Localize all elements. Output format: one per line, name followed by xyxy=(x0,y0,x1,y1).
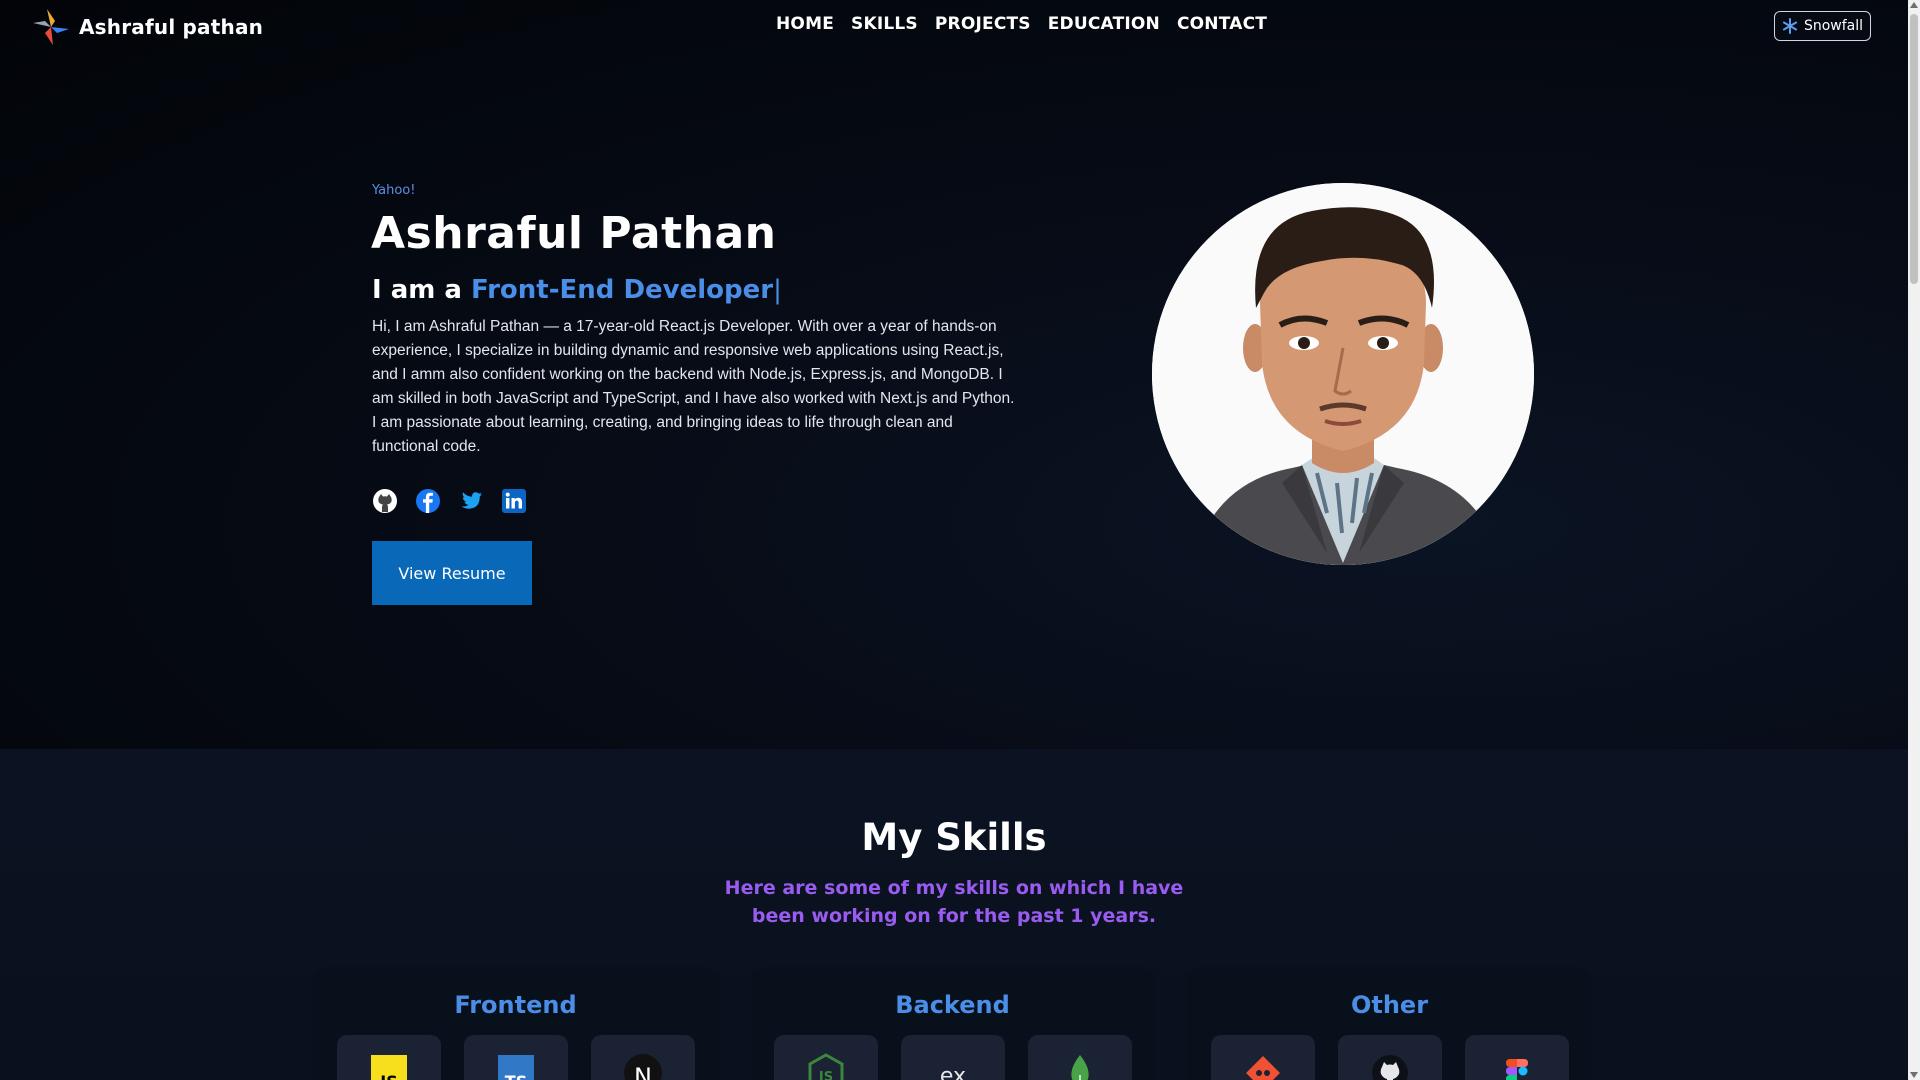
skill-tile-github[interactable] xyxy=(1338,1035,1442,1080)
social-links xyxy=(372,488,527,514)
snowflake-icon xyxy=(1782,18,1798,34)
brand-name: Ashraful pathan xyxy=(79,15,264,39)
skill-card-backend: Backend JS ex xyxy=(750,967,1155,1080)
card-title: Backend xyxy=(895,991,1010,1019)
git-icon xyxy=(1246,1056,1280,1080)
brand-logo-link[interactable]: Ashraful pathan xyxy=(31,7,263,47)
skill-tile-figma[interactable] xyxy=(1465,1035,1569,1080)
snowfall-label: Snowfall xyxy=(1803,18,1864,34)
skill-tile-typescript[interactable]: TS xyxy=(464,1035,568,1080)
skill-tile-javascript[interactable]: JS xyxy=(337,1035,441,1080)
card-title: Frontend xyxy=(454,991,577,1019)
express-icon: ex xyxy=(940,1064,966,1080)
skill-tile-nextjs[interactable]: N xyxy=(591,1035,695,1080)
nav-links: HOME SKILLS PROJECTS EDUCATION CONTACT xyxy=(776,14,1267,34)
scroll-down-arrow-icon[interactable] xyxy=(1910,1072,1918,1078)
nav-skills[interactable]: SKILLS xyxy=(851,14,918,34)
skill-tile-nodejs[interactable]: JS xyxy=(774,1035,878,1080)
hero-role: I am a Front-End Developer| xyxy=(372,275,782,305)
skill-card-frontend: Frontend JS TS N xyxy=(313,967,718,1080)
nav-contact[interactable]: CONTACT xyxy=(1177,14,1267,34)
skill-tile-express[interactable]: ex xyxy=(901,1035,1005,1080)
hero-kicker: Yahoo! xyxy=(372,183,416,198)
facebook-icon[interactable] xyxy=(415,488,441,514)
github-icon[interactable] xyxy=(372,488,398,514)
linkedin-icon[interactable] xyxy=(501,488,527,514)
skills-section: My Skills Here are some of my skills on … xyxy=(0,749,1908,1080)
mongodb-icon xyxy=(1071,1055,1089,1080)
nav-projects[interactable]: PROJECTS xyxy=(935,14,1031,34)
github-icon xyxy=(1372,1055,1408,1080)
svg-text:N: N xyxy=(634,1063,652,1080)
svg-text:TS: TS xyxy=(505,1072,527,1080)
hero-section: Yahoo! Ashraful Pathan I am a Front-End … xyxy=(0,0,1908,749)
page-scrollbar[interactable] xyxy=(1908,0,1920,1080)
portfolio-page: Yahoo! Ashraful Pathan I am a Front-End … xyxy=(0,0,1908,1080)
role-prefix: I am a xyxy=(372,275,472,305)
svg-text:ex: ex xyxy=(940,1064,966,1080)
brand-logo-icon xyxy=(33,9,69,45)
skill-tile-git[interactable] xyxy=(1211,1035,1315,1080)
typing-cursor: | xyxy=(773,275,782,305)
hero-name: Ashraful Pathan xyxy=(371,208,777,259)
scroll-up-arrow-icon[interactable] xyxy=(1910,2,1918,8)
nav-home[interactable]: HOME xyxy=(776,14,834,34)
twitter-icon[interactable] xyxy=(458,488,484,514)
svg-text:JS: JS xyxy=(379,1072,397,1080)
role-text: Front-End Developer xyxy=(471,275,774,305)
view-resume-button[interactable]: View Resume xyxy=(372,541,532,605)
snowfall-toggle-button[interactable]: Snowfall xyxy=(1774,11,1871,41)
scrollbar-thumb[interactable] xyxy=(1910,14,1918,284)
skills-title: My Skills xyxy=(861,816,1047,859)
javascript-icon: JS xyxy=(371,1055,407,1080)
hero-bio: Hi, I am Ashraful Pathan — a 17-year-old… xyxy=(372,318,1015,455)
skills-subtitle: Here are some of my skills on which I ha… xyxy=(724,877,1184,927)
typescript-icon: TS xyxy=(498,1055,534,1080)
nav-education[interactable]: EDUCATION xyxy=(1048,14,1160,34)
card-title: Other xyxy=(1350,991,1429,1019)
skill-tile-mongodb[interactable] xyxy=(1028,1035,1132,1080)
top-navbar: Ashraful pathan HOME SKILLS PROJECTS EDU… xyxy=(0,0,1908,54)
nextjs-icon: N xyxy=(624,1054,662,1080)
skill-card-other: Other xyxy=(1187,967,1592,1080)
svg-text:JS: JS xyxy=(818,1070,833,1080)
nodejs-icon: JS xyxy=(808,1053,844,1080)
figma-icon xyxy=(1506,1059,1528,1080)
profile-photo xyxy=(1152,183,1534,565)
